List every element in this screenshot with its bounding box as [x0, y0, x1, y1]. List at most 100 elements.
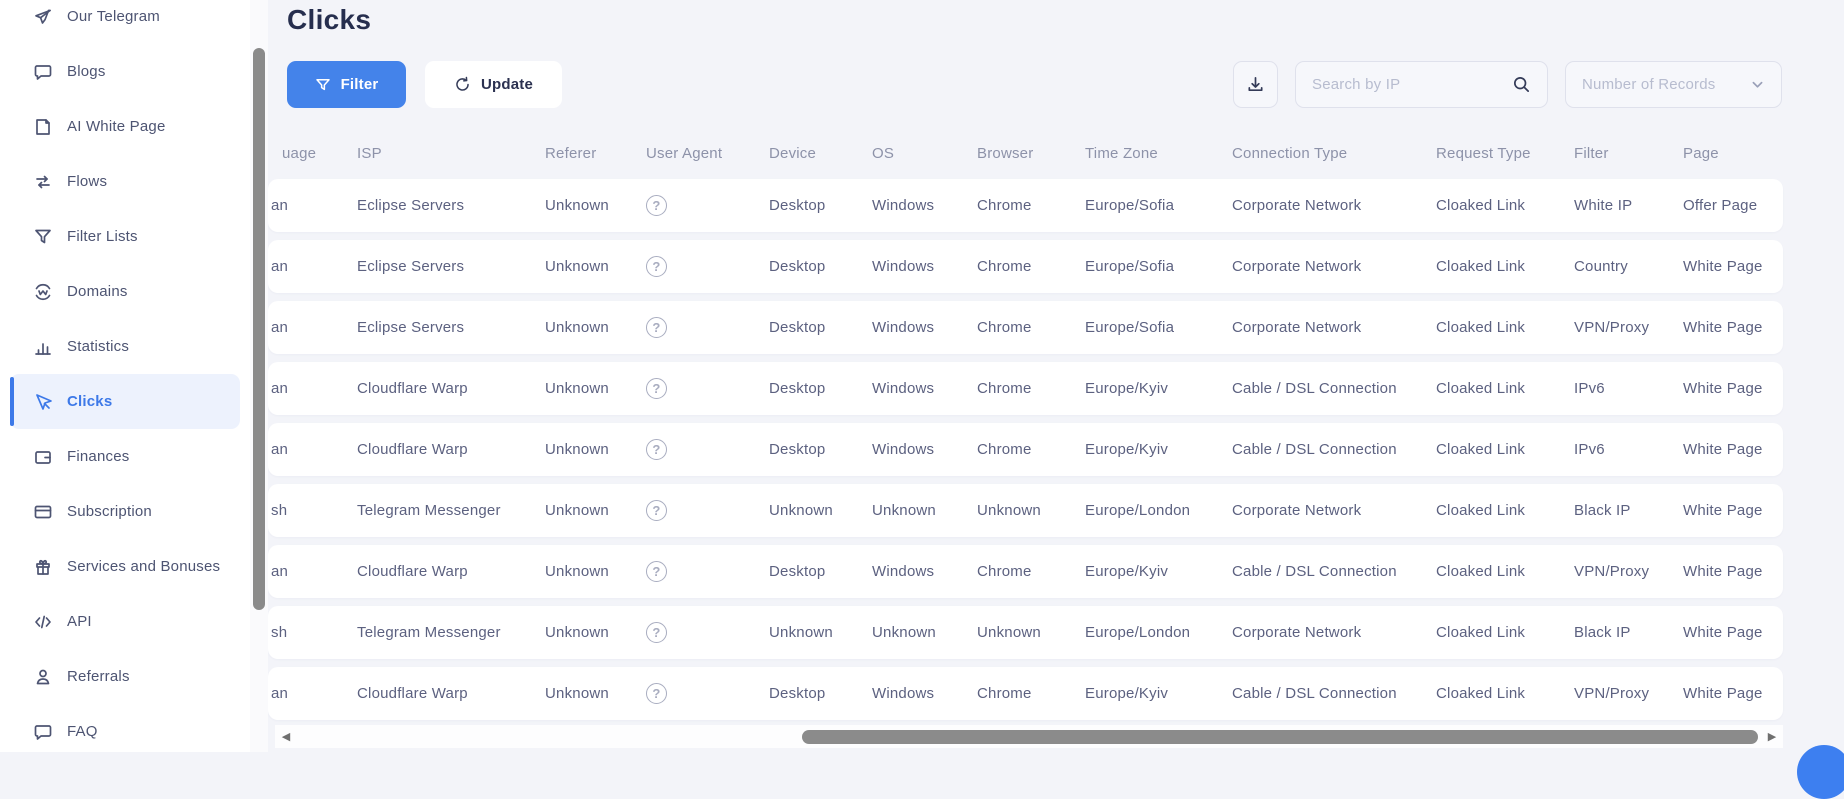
sidebar-item-ai-white-page[interactable]: AI White Page — [10, 99, 240, 154]
cell-request-type: Cloaked Link — [1436, 685, 1526, 702]
table-row[interactable]: an Cloudflare Warp Unknown? Desktop Windows C… — [268, 545, 1783, 598]
user-agent-help-icon[interactable]: ? — [646, 317, 667, 338]
user-agent-help-icon[interactable]: ? — [646, 256, 667, 277]
sidebar-scrollbar-thumb[interactable] — [253, 48, 265, 610]
table-row[interactable]: sh Telegram Messenger Unknown? Unknown Unkno… — [268, 606, 1783, 659]
cell-time-zone: Europe/Kyiv — [1085, 380, 1169, 397]
sidebar-item-label: Finances — [67, 448, 130, 465]
table-row[interactable]: sh Telegram Messenger Unknown? Unknown Unkno… — [268, 484, 1783, 537]
cell-device: Desktop — [769, 685, 826, 702]
filter-button[interactable]: Filter — [287, 61, 406, 108]
cell-page: White Page — [1683, 319, 1763, 336]
cursor-icon — [33, 392, 53, 412]
sidebar-item-domains[interactable]: Domains — [10, 264, 240, 319]
sidebar-item-label: AI White Page — [67, 118, 166, 135]
cell-isp: Cloudflare Warp — [357, 441, 468, 458]
credit-card-icon — [33, 502, 53, 522]
sidebar-item-subscription[interactable]: Subscription — [10, 484, 240, 539]
cell-os: Unknown — [872, 502, 936, 519]
table-row[interactable]: an Cloudflare Warp Unknown? Desktop Windows C… — [268, 667, 1783, 720]
flows-icon — [33, 172, 53, 192]
user-agent-help-icon[interactable]: ? — [646, 683, 667, 704]
user-agent-help-icon[interactable]: ? — [646, 378, 667, 399]
cell-os: Windows — [872, 441, 935, 458]
cell-device: Desktop — [769, 380, 826, 397]
user-agent-help-icon[interactable]: ? — [646, 622, 667, 643]
sidebar-item-label: Subscription — [67, 503, 152, 520]
column-header-isp: ISP — [357, 144, 382, 162]
cell-language: an — [271, 258, 289, 275]
cell-isp: Eclipse Servers — [357, 197, 465, 214]
sidebar-item-api[interactable]: API — [10, 594, 240, 649]
cell-request-type: Cloaked Link — [1436, 258, 1526, 275]
cell-device: Unknown — [769, 624, 833, 641]
column-header-request-type: Request Type — [1436, 144, 1531, 162]
column-header-language: uage — [282, 144, 317, 162]
cell-language: an — [271, 563, 289, 580]
cell-time-zone: Europe/Sofia — [1085, 319, 1175, 336]
scroll-left-arrow-icon[interactable]: ◀ — [277, 725, 295, 748]
sidebar-item-faq[interactable]: FAQ — [10, 704, 240, 759]
cell-referer: Unknown — [545, 319, 609, 336]
cell-referer: Unknown — [545, 624, 609, 641]
table-row[interactable]: an Eclipse Servers Unknown? Desktop Windows C… — [268, 301, 1783, 354]
cell-isp: Telegram Messenger — [357, 502, 501, 519]
gift-icon — [33, 557, 53, 577]
cell-page: White Page — [1683, 258, 1763, 275]
sidebar-item-statistics[interactable]: Statistics — [10, 319, 240, 374]
column-header-user-agent: User Agent — [646, 144, 723, 162]
person-icon — [33, 667, 53, 687]
cell-browser: Chrome — [977, 197, 1032, 214]
sidebar: Our Telegram Blogs AI White Page Flows Filte… — [0, 0, 250, 752]
cell-user-agent: ? — [646, 683, 769, 704]
search-input[interactable]: Search by IP — [1295, 61, 1548, 108]
cell-request-type: Cloaked Link — [1436, 197, 1526, 214]
sidebar-item-clicks[interactable]: Clicks — [10, 374, 240, 429]
download-icon — [1246, 75, 1265, 94]
scroll-right-arrow-icon[interactable]: ▶ — [1763, 725, 1781, 748]
user-agent-help-icon[interactable]: ? — [646, 561, 667, 582]
table-row[interactable]: an Eclipse Servers Unknown? Desktop Windows C… — [268, 179, 1783, 232]
table-row[interactable]: an Eclipse Servers Unknown? Desktop Windows C… — [268, 240, 1783, 293]
table-row[interactable]: an Cloudflare Warp Unknown? Desktop Windows C… — [268, 362, 1783, 415]
search-placeholder: Search by IP — [1312, 76, 1401, 93]
cell-os: Unknown — [872, 624, 936, 641]
sidebar-item-finances[interactable]: Finances — [10, 429, 240, 484]
support-fab[interactable] — [1797, 745, 1844, 799]
cell-page: White Page — [1683, 563, 1763, 580]
cell-referer: Unknown — [545, 502, 609, 519]
number-of-records-select[interactable]: Number of Records — [1565, 61, 1782, 108]
sidebar-scrollbar[interactable] — [250, 0, 268, 752]
cell-request-type: Cloaked Link — [1436, 380, 1526, 397]
sidebar-item-our-telegram[interactable]: Our Telegram — [10, 0, 240, 44]
cell-referer: Unknown — [545, 563, 609, 580]
download-button[interactable] — [1233, 61, 1278, 108]
cell-page: White Page — [1683, 624, 1763, 641]
cell-os: Windows — [872, 258, 935, 275]
sidebar-item-services-and-bonuses[interactable]: Services and Bonuses — [10, 539, 240, 594]
cell-language: an — [271, 197, 289, 214]
user-agent-help-icon[interactable]: ? — [646, 195, 667, 216]
column-header-connection-type: Connection Type — [1232, 144, 1348, 162]
cell-user-agent: ? — [646, 256, 769, 277]
sidebar-item-label: FAQ — [67, 723, 98, 740]
table-row[interactable]: an Cloudflare Warp Unknown? Desktop Windows C… — [268, 423, 1783, 476]
sidebar-item-flows[interactable]: Flows — [10, 154, 240, 209]
column-header-time-zone: Time Zone — [1085, 144, 1158, 162]
search-icon[interactable] — [1512, 75, 1531, 94]
table-horizontal-scrollbar[interactable]: ◀ ▶ — [275, 725, 1783, 748]
sidebar-item-blogs[interactable]: Blogs — [10, 44, 240, 99]
sidebar-item-label: Our Telegram — [67, 8, 160, 25]
sidebar-item-label: Services and Bonuses — [67, 558, 221, 575]
user-agent-help-icon[interactable]: ? — [646, 439, 667, 460]
table-header-row: uage ISP Referer User Agent Device OS Browser T… — [268, 138, 1783, 168]
sidebar-item-filter-lists[interactable]: Filter Lists — [10, 209, 240, 264]
sidebar-item-label: Clicks — [67, 393, 113, 410]
cell-filter: IPv6 — [1574, 380, 1605, 397]
update-button[interactable]: Update — [425, 61, 562, 108]
funnel-icon — [315, 77, 331, 93]
cell-language: an — [271, 380, 289, 397]
horizontal-scrollbar-thumb[interactable] — [802, 729, 1758, 744]
sidebar-item-referrals[interactable]: Referrals — [10, 649, 240, 704]
user-agent-help-icon[interactable]: ? — [646, 500, 667, 521]
